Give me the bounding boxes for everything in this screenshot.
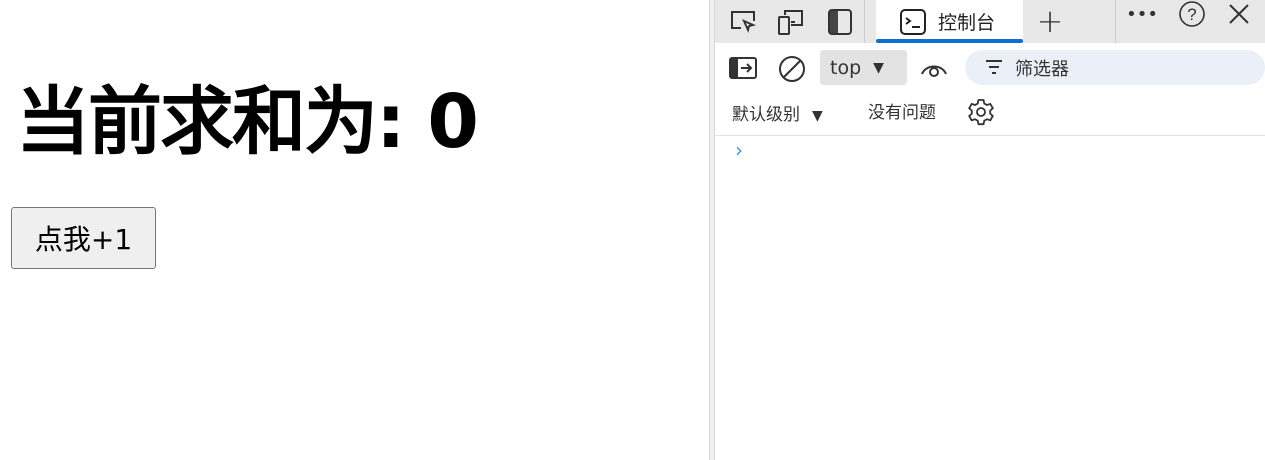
log-level-label: 默认级别 [732, 105, 800, 125]
sum-heading: 当前求和为: 0 [16, 79, 479, 165]
console-icon [900, 8, 926, 35]
tab-console[interactable]: 控制台 [876, 0, 1023, 43]
filter-icon [985, 59, 1003, 80]
help-icon[interactable]: ? [1176, 0, 1208, 28]
log-level-dropdown[interactable]: 默认级别 ▼ [732, 100, 823, 125]
devtools-panel: 控制台 + ••• ? top ▼ 筛选器 默认级别 ▼ 没有问题 › [715, 0, 1265, 460]
issues-counter[interactable]: 没有问题 [868, 98, 936, 123]
sidebar-toggle-icon[interactable] [729, 55, 757, 81]
dropdown-triangle-icon: ▼ [812, 108, 823, 124]
svg-text:?: ? [1187, 5, 1196, 24]
increment-button[interactable]: 点我+1 [11, 207, 156, 269]
dropdown-triangle-icon: ▼ [873, 59, 884, 76]
filter-input[interactable]: 筛选器 [965, 50, 1265, 85]
device-toolbar-icon[interactable] [775, 6, 807, 38]
close-icon[interactable] [1225, 0, 1253, 28]
devtools-tabbar: 控制台 + ••• ? [715, 0, 1265, 43]
page-content: 当前求和为: 0 点我+1 [0, 0, 709, 460]
settings-gear-icon[interactable] [965, 96, 997, 128]
tab-label: 控制台 [938, 12, 996, 34]
console-prompt-icon[interactable]: › [735, 138, 743, 162]
context-selector[interactable]: top ▼ [820, 50, 907, 85]
clear-console-icon[interactable] [777, 54, 807, 84]
live-expression-eye-icon[interactable] [919, 56, 949, 82]
inspect-element-icon[interactable] [727, 6, 759, 38]
add-tab-icon[interactable]: + [1033, 2, 1067, 40]
context-label: top [830, 56, 862, 79]
dock-side-icon[interactable] [825, 6, 855, 38]
issues-label: 没有问题 [868, 103, 936, 123]
filter-placeholder: 筛选器 [1015, 58, 1069, 80]
more-icon[interactable]: ••• [1126, 4, 1158, 25]
